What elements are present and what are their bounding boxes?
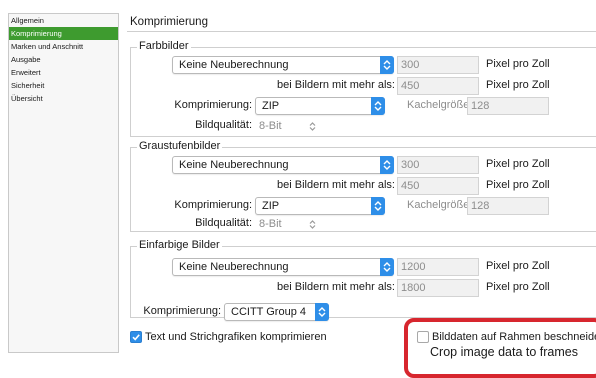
einfarbig-compression-label: Komprimierung: [143, 305, 221, 317]
farbbilder-compression-label: Komprimierung: [174, 99, 252, 111]
graustufen-tile-value[interactable]: 128 [467, 197, 549, 215]
graustufen-compression-label: Komprimierung: [174, 199, 252, 211]
sidebar-item-sicherheit[interactable]: Sicherheit [9, 79, 118, 92]
farbbilder-quality-select[interactable]: 8-Bit [255, 117, 319, 135]
updown-chevron-icon [371, 97, 385, 115]
farbbilder-compression-value: ZIP [262, 100, 280, 112]
farbbilder-resample-select[interactable]: Keine Neuberechnung [172, 56, 394, 74]
sidebar: Allgemein Komprimierung Marken und Ansch… [8, 13, 119, 353]
graustufen-resample-value: Keine Neuberechnung [179, 159, 289, 171]
group-legend-farbbilder: Farbbilder [137, 40, 191, 52]
farbbilder-resample-value: Keine Neuberechnung [179, 59, 289, 71]
annotation-caption: Crop image data to frames [430, 345, 578, 359]
page-title: Komprimierung [130, 16, 208, 28]
farbbilder-compression-select[interactable]: ZIP [255, 97, 385, 115]
graustufen-unit-2: Pixel pro Zoll [486, 179, 550, 191]
sidebar-item-erweitert[interactable]: Erweitert [9, 66, 118, 79]
graustufen-resample-select[interactable]: Keine Neuberechnung [172, 156, 394, 174]
group-legend-einfarbige-bilder: Einfarbige Bilder [137, 239, 222, 251]
graustufen-quality-select[interactable]: 8-Bit [255, 215, 319, 233]
farbbilder-unit-2: Pixel pro Zoll [486, 79, 550, 91]
updown-chevron-icon [307, 117, 317, 135]
farbbilder-tile-value[interactable]: 128 [467, 97, 549, 115]
sidebar-item-komprimierung[interactable]: Komprimierung [9, 27, 118, 40]
updown-chevron-icon [380, 56, 394, 74]
graustufen-resample-ppi[interactable]: 300 [397, 156, 479, 174]
sidebar-item-ausgabe[interactable]: Ausgabe [9, 53, 118, 66]
graustufen-quality-label: Bildqualität: [195, 217, 252, 229]
graustufen-tile-label: Kachelgröße: [407, 199, 473, 211]
sidebar-item-uebersicht[interactable]: Übersicht [9, 92, 118, 105]
checkmark-icon [132, 334, 140, 341]
group-einfarbige-bilder: Einfarbige Bilder Keine Neuberechnung 12… [130, 239, 596, 321]
einfarbig-resample-ppi[interactable]: 1200 [397, 258, 479, 276]
group-legend-graustufenbilder: Graustufenbilder [137, 140, 223, 152]
compress-text-checkbox[interactable] [130, 331, 142, 343]
updown-chevron-icon [380, 258, 394, 276]
einfarbig-compression-select[interactable]: CCITT Group 4 [224, 303, 329, 321]
sidebar-item-marken-und-anschnitt[interactable]: Marken und Anschnitt [9, 40, 118, 53]
updown-chevron-icon [371, 197, 385, 215]
group-graustufenbilder: Graustufenbilder Keine Neuberechnung 300… [130, 140, 596, 233]
graustufen-compression-select[interactable]: ZIP [255, 197, 385, 215]
einfarbig-resample-select[interactable]: Keine Neuberechnung [172, 258, 394, 276]
group-farbbilder: Farbbilder Keine Neuberechnung 300 Pixel… [130, 40, 596, 137]
einfarbig-compression-value: CCITT Group 4 [231, 306, 306, 318]
updown-chevron-icon [315, 303, 329, 321]
title-divider [127, 31, 596, 32]
updown-chevron-icon [307, 215, 317, 233]
farbbilder-threshold-label: bei Bildern mit mehr als: [277, 79, 395, 91]
sidebar-item-allgemein[interactable]: Allgemein [9, 14, 118, 27]
farbbilder-tile-label: Kachelgröße: [407, 99, 473, 111]
einfarbig-threshold-label: bei Bildern mit mehr als: [277, 281, 395, 293]
updown-chevron-icon [380, 156, 394, 174]
graustufen-compression-value: ZIP [262, 200, 280, 212]
farbbilder-threshold-ppi[interactable]: 450 [397, 77, 479, 95]
einfarbig-unit-1: Pixel pro Zoll [486, 260, 550, 272]
graustufen-unit-1: Pixel pro Zoll [486, 158, 550, 170]
farbbilder-resample-ppi[interactable]: 300 [397, 56, 479, 74]
einfarbig-resample-value: Keine Neuberechnung [179, 261, 289, 273]
graustufen-threshold-label: bei Bildern mit mehr als: [277, 179, 395, 191]
einfarbig-threshold-ppi[interactable]: 1800 [397, 279, 479, 297]
farbbilder-unit-1: Pixel pro Zoll [486, 58, 550, 70]
main-panel: Komprimierung Farbbilder Keine Neuberech… [124, 0, 596, 365]
compress-text-label: Text und Strichgrafiken komprimieren [145, 331, 327, 343]
graustufen-threshold-ppi[interactable]: 450 [397, 177, 479, 195]
einfarbig-unit-2: Pixel pro Zoll [486, 281, 550, 293]
farbbilder-quality-label: Bildqualität: [195, 119, 252, 131]
